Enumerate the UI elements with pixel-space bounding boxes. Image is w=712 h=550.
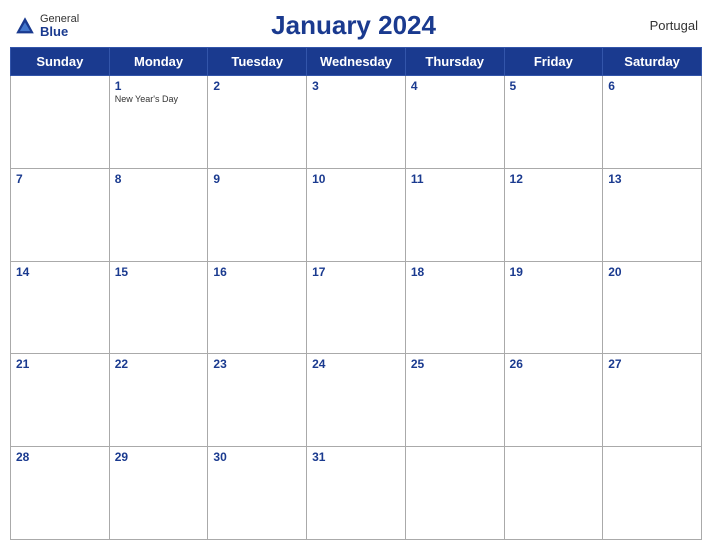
date-number: 16 — [213, 265, 301, 279]
calendar-cell: 3 — [307, 76, 406, 169]
calendar-cell — [405, 447, 504, 540]
date-number: 8 — [115, 172, 203, 186]
calendar-week-5: 28 29 30 31 — [11, 447, 702, 540]
calendar-cell: 25 — [405, 354, 504, 447]
date-number: 13 — [608, 172, 696, 186]
date-number: 28 — [16, 450, 104, 464]
calendar-cell: 29 — [109, 447, 208, 540]
logo-blue-text: Blue — [40, 25, 79, 38]
calendar-cell: 30 — [208, 447, 307, 540]
holiday-label: New Year's Day — [115, 94, 203, 104]
header-saturday: Saturday — [603, 48, 702, 76]
calendar-cell: 7 — [11, 168, 110, 261]
logo-text: General Blue — [40, 14, 79, 38]
logo-general-text: General — [40, 14, 79, 25]
calendar-cell: 21 — [11, 354, 110, 447]
logo-icon — [14, 15, 36, 37]
calendar-cell: 2 — [208, 76, 307, 169]
calendar-cell: 1New Year's Day — [109, 76, 208, 169]
calendar-cell: 16 — [208, 261, 307, 354]
date-number: 26 — [510, 357, 598, 371]
date-number: 23 — [213, 357, 301, 371]
calendar-week-4: 21 22 23 24 25 26 27 — [11, 354, 702, 447]
calendar-cell: 22 — [109, 354, 208, 447]
calendar-cell: 13 — [603, 168, 702, 261]
logo: General Blue — [14, 14, 79, 38]
header-sunday: Sunday — [11, 48, 110, 76]
calendar-cell: 20 — [603, 261, 702, 354]
calendar-cell: 6 — [603, 76, 702, 169]
date-number: 31 — [312, 450, 400, 464]
calendar-cell: 12 — [504, 168, 603, 261]
date-number: 7 — [16, 172, 104, 186]
calendar-cell: 5 — [504, 76, 603, 169]
calendar-table: Sunday Monday Tuesday Wednesday Thursday… — [10, 47, 702, 540]
calendar-cell: 27 — [603, 354, 702, 447]
calendar-week-1: 1New Year's Day 23456 — [11, 76, 702, 169]
calendar-week-3: 14 15 16 17 18 19 20 — [11, 261, 702, 354]
calendar-cell: 14 — [11, 261, 110, 354]
calendar-week-2: 789 10 11 12 13 — [11, 168, 702, 261]
calendar-cell: 17 — [307, 261, 406, 354]
date-number: 25 — [411, 357, 499, 371]
date-number: 29 — [115, 450, 203, 464]
header-wednesday: Wednesday — [307, 48, 406, 76]
calendar-cell: 8 — [109, 168, 208, 261]
calendar-cell: 4 — [405, 76, 504, 169]
header-thursday: Thursday — [405, 48, 504, 76]
calendar-cell: 11 — [405, 168, 504, 261]
calendar-cell: 28 — [11, 447, 110, 540]
date-number: 1 — [115, 79, 203, 93]
calendar-title: January 2024 — [79, 10, 628, 41]
calendar-cell: 9 — [208, 168, 307, 261]
calendar-cell: 15 — [109, 261, 208, 354]
calendar-cell: 10 — [307, 168, 406, 261]
date-number: 21 — [16, 357, 104, 371]
header-tuesday: Tuesday — [208, 48, 307, 76]
date-number: 18 — [411, 265, 499, 279]
calendar-cell: 26 — [504, 354, 603, 447]
date-number: 2 — [213, 79, 301, 93]
calendar-cell: 23 — [208, 354, 307, 447]
date-number: 3 — [312, 79, 400, 93]
calendar-cell — [603, 447, 702, 540]
calendar-cell: 24 — [307, 354, 406, 447]
calendar-cell: 18 — [405, 261, 504, 354]
calendar-body: 1New Year's Day2345678910111213141516171… — [11, 76, 702, 540]
country-label: Portugal — [628, 18, 698, 33]
date-number: 11 — [411, 172, 499, 186]
date-number: 5 — [510, 79, 598, 93]
header-monday: Monday — [109, 48, 208, 76]
date-number: 17 — [312, 265, 400, 279]
calendar-cell: 19 — [504, 261, 603, 354]
date-number: 6 — [608, 79, 696, 93]
calendar-cell: 31 — [307, 447, 406, 540]
days-header-row: Sunday Monday Tuesday Wednesday Thursday… — [11, 48, 702, 76]
date-number: 20 — [608, 265, 696, 279]
date-number: 24 — [312, 357, 400, 371]
calendar-cell — [11, 76, 110, 169]
date-number: 9 — [213, 172, 301, 186]
page-header: General Blue January 2024 Portugal — [10, 10, 702, 41]
date-number: 19 — [510, 265, 598, 279]
date-number: 4 — [411, 79, 499, 93]
date-number: 22 — [115, 357, 203, 371]
header-friday: Friday — [504, 48, 603, 76]
calendar-cell — [504, 447, 603, 540]
date-number: 12 — [510, 172, 598, 186]
date-number: 30 — [213, 450, 301, 464]
date-number: 15 — [115, 265, 203, 279]
date-number: 27 — [608, 357, 696, 371]
date-number: 10 — [312, 172, 400, 186]
date-number: 14 — [16, 265, 104, 279]
